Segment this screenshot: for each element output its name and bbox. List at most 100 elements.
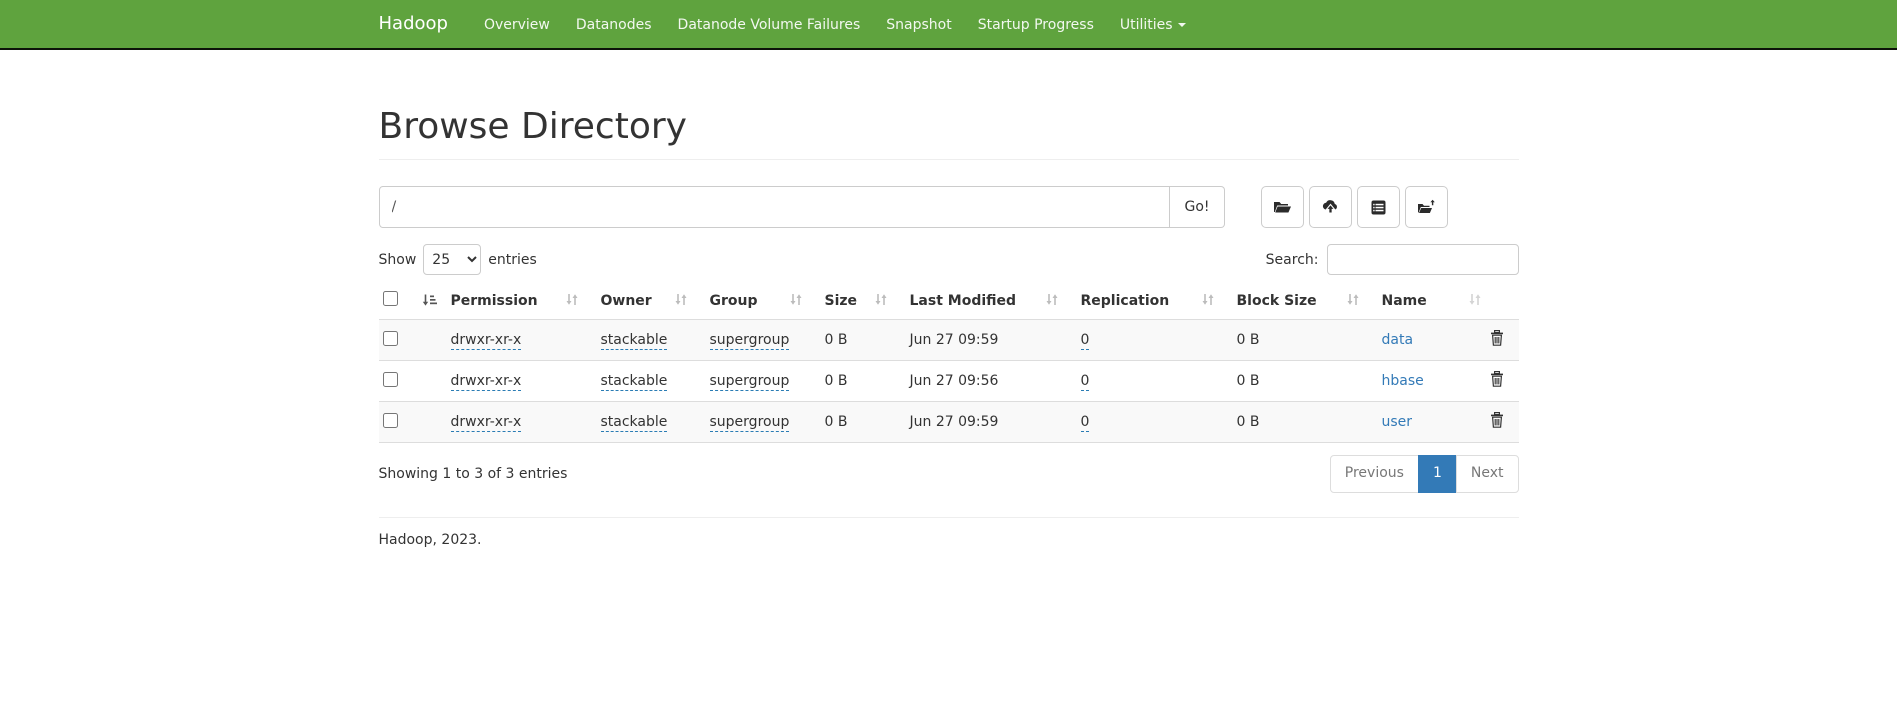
block-size-cell: 0 B (1237, 414, 1260, 430)
top-navbar: Hadoop Overview Datanodes Datanode Volum… (0, 0, 1897, 50)
table-header-row: Permission Owner (379, 283, 1519, 320)
nav-item-utilities-dropdown[interactable]: Utilities (1107, 0, 1199, 50)
header-name[interactable]: Name (1378, 283, 1486, 320)
go-button[interactable]: Go! (1170, 186, 1224, 228)
replication-cell[interactable]: 0 (1081, 332, 1090, 350)
directory-table: Permission Owner (379, 283, 1519, 443)
sort-both-icon (1201, 292, 1215, 311)
delete-button[interactable] (1490, 330, 1504, 349)
sort-amount-asc-icon (422, 293, 437, 311)
path-bar: Go! (379, 186, 1519, 228)
cut-paste-button[interactable] (1357, 186, 1400, 228)
size-cell: 0 B (825, 373, 848, 389)
utilities-label: Utilities (1120, 17, 1173, 33)
pagination-next[interactable]: Next (1456, 455, 1519, 493)
group-cell[interactable]: supergroup (710, 414, 790, 432)
permission-cell[interactable]: drwxr-xr-x (451, 373, 522, 391)
header-replication[interactable]: Replication (1077, 283, 1233, 320)
last-modified-cell: Jun 27 09:59 (910, 414, 999, 430)
table-row: drwxr-xr-x stackable supergroup 0 B Jun … (379, 320, 1519, 361)
folder-move-icon (1417, 199, 1436, 216)
brand-hadoop[interactable]: Hadoop (379, 0, 463, 50)
entries-label: entries (488, 252, 537, 268)
group-cell[interactable]: supergroup (710, 332, 790, 350)
nav-item-snapshot[interactable]: Snapshot (873, 0, 964, 50)
header-block-size[interactable]: Block Size (1233, 283, 1378, 320)
pagination-page-1[interactable]: 1 (1418, 455, 1457, 493)
navbar-menu: Overview Datanodes Datanode Volume Failu… (471, 0, 1199, 50)
owner-cell[interactable]: stackable (601, 332, 668, 350)
move-selected-button[interactable] (1405, 186, 1448, 228)
title-divider (379, 159, 1519, 160)
trash-icon (1490, 371, 1504, 387)
directory-link[interactable]: hbase (1382, 373, 1424, 389)
block-size-cell: 0 B (1237, 373, 1260, 389)
header-select-all[interactable] (379, 283, 447, 320)
replication-cell[interactable]: 0 (1081, 414, 1090, 432)
header-permission[interactable]: Permission (447, 283, 597, 320)
header-actions (1486, 283, 1519, 320)
search-label: Search: (1266, 252, 1319, 268)
delete-button[interactable] (1490, 412, 1504, 431)
delete-button[interactable] (1490, 371, 1504, 390)
entries-info: Showing 1 to 3 of 3 entries (379, 466, 568, 482)
list-alt-icon (1370, 199, 1387, 216)
trash-icon (1490, 412, 1504, 428)
pagination-previous[interactable]: Previous (1330, 455, 1419, 493)
last-modified-cell: Jun 27 09:56 (910, 373, 999, 389)
owner-cell[interactable]: stackable (601, 373, 668, 391)
search-input[interactable] (1327, 244, 1519, 275)
size-cell: 0 B (825, 332, 848, 348)
directory-link[interactable]: data (1382, 332, 1414, 348)
row-checkbox[interactable] (383, 372, 398, 387)
page-title: Browse Directory (379, 106, 1519, 147)
block-size-cell: 0 B (1237, 332, 1260, 348)
page-length-select[interactable]: 25 (423, 244, 481, 275)
nav-item-datanode-volume-failures[interactable]: Datanode Volume Failures (665, 0, 874, 50)
folder-open-icon (1273, 199, 1292, 215)
sort-both-icon (1045, 292, 1059, 311)
header-last-modified[interactable]: Last Modified (906, 283, 1077, 320)
sort-both-icon (674, 292, 688, 311)
group-cell[interactable]: supergroup (710, 373, 790, 391)
cloud-upload-icon (1321, 199, 1340, 215)
table-controls: Show 25 entries Search: (379, 244, 1519, 275)
directory-link[interactable]: user (1382, 414, 1413, 430)
row-checkbox[interactable] (383, 413, 398, 428)
path-input-group: Go! (379, 186, 1225, 228)
select-all-checkbox[interactable] (383, 291, 398, 306)
sort-both-icon (565, 292, 579, 311)
directory-path-input[interactable] (379, 186, 1171, 228)
page-length-control: Show 25 entries (379, 244, 537, 275)
sort-both-icon (1468, 292, 1482, 311)
nav-item-startup-progress[interactable]: Startup Progress (965, 0, 1107, 50)
permission-cell[interactable]: drwxr-xr-x (451, 332, 522, 350)
table-row: drwxr-xr-x stackable supergroup 0 B Jun … (379, 402, 1519, 443)
trash-icon (1490, 330, 1504, 346)
row-checkbox[interactable] (383, 331, 398, 346)
nav-item-datanodes[interactable]: Datanodes (563, 0, 665, 50)
table-row: drwxr-xr-x stackable supergroup 0 B Jun … (379, 361, 1519, 402)
nav-item-overview[interactable]: Overview (471, 0, 563, 50)
replication-cell[interactable]: 0 (1081, 373, 1090, 391)
chevron-down-icon (1178, 23, 1186, 27)
show-label: Show (379, 252, 417, 268)
upload-files-button[interactable] (1309, 186, 1352, 228)
header-group[interactable]: Group (706, 283, 821, 320)
sort-both-icon (874, 292, 888, 311)
create-directory-button[interactable] (1261, 186, 1304, 228)
size-cell: 0 B (825, 414, 848, 430)
permission-cell[interactable]: drwxr-xr-x (451, 414, 522, 432)
header-owner[interactable]: Owner (597, 283, 706, 320)
pagination: Previous 1 Next (1331, 455, 1519, 493)
file-action-buttons (1261, 186, 1448, 228)
last-modified-cell: Jun 27 09:59 (910, 332, 999, 348)
site-footer-text: Hadoop, 2023. (379, 532, 1519, 548)
sort-both-icon (789, 292, 803, 311)
sort-both-icon (1346, 292, 1360, 311)
owner-cell[interactable]: stackable (601, 414, 668, 432)
footer-divider (379, 517, 1519, 518)
header-size[interactable]: Size (821, 283, 906, 320)
table-search-control: Search: (1266, 244, 1519, 275)
table-footer: Showing 1 to 3 of 3 entries Previous 1 N… (379, 455, 1519, 493)
